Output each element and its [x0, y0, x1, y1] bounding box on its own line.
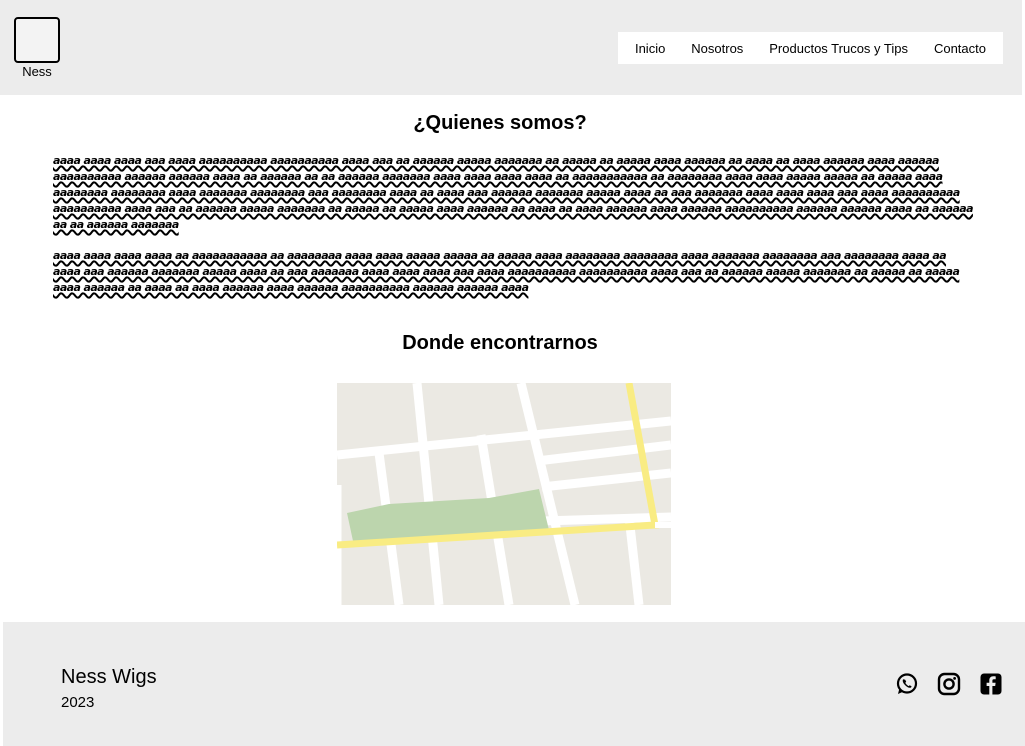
- nav-item-productos[interactable]: Productos Trucos y Tips: [769, 41, 908, 56]
- main-nav: Inicio Nosotros Productos Trucos y Tips …: [618, 32, 1003, 64]
- facebook-icon[interactable]: [979, 672, 1003, 696]
- location-map[interactable]: [337, 383, 671, 605]
- footer-year: 2023: [61, 694, 95, 711]
- about-paragraph-1: aaaa aaaa aaaa aaa aaaa aaaaaaaaaa aaaaa…: [53, 154, 974, 231]
- logo-text[interactable]: Ness: [14, 64, 60, 79]
- nav-item-inicio[interactable]: Inicio: [635, 41, 665, 56]
- whatsapp-icon[interactable]: [895, 672, 919, 696]
- about-paragraph-2: aaaa aaaa aaaa aaaa aa aaaaaaaaaaa aa aa…: [53, 249, 960, 294]
- logo-icon[interactable]: [14, 17, 60, 63]
- instagram-icon[interactable]: [937, 672, 961, 696]
- map-graphic: [337, 383, 671, 605]
- nav-item-nosotros[interactable]: Nosotros: [691, 41, 743, 56]
- about-title: ¿Quienes somos?: [413, 112, 587, 134]
- site-footer: Ness Wigs 2023: [3, 622, 1025, 746]
- nav-item-contacto[interactable]: Contacto: [934, 41, 986, 56]
- site-header: Ness Inicio Nosotros Productos Trucos y …: [0, 0, 1022, 95]
- location-title: Donde encontrarnos: [402, 332, 598, 354]
- footer-brand: Ness Wigs: [61, 666, 157, 688]
